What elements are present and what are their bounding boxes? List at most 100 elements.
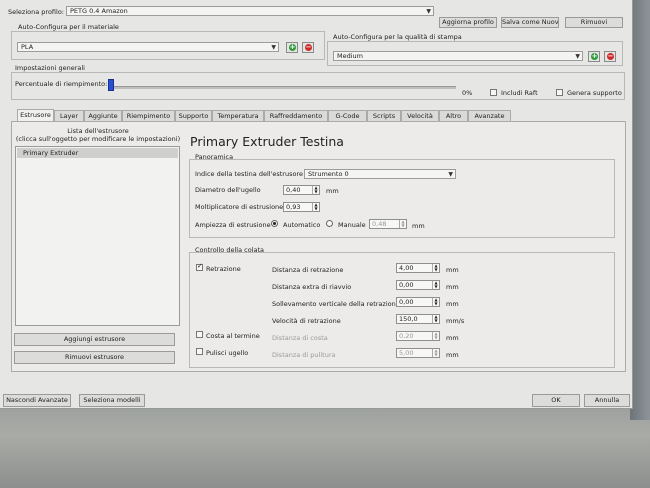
width-value: 0,48	[372, 220, 387, 228]
width-input[interactable]: 0,48 ▲ ▼	[369, 219, 407, 229]
material-label: Auto-Configura per il materiale	[18, 23, 119, 31]
tab-estrusore[interactable]: Estrusore	[17, 109, 54, 121]
tab-supporto[interactable]: Supporto	[175, 110, 212, 121]
width-label: Ampiezza di estrusione	[195, 221, 271, 229]
tab-gcode[interactable]: G-Code	[328, 110, 367, 121]
general-label: Impostazioni generali	[15, 64, 85, 72]
coast-checkbox[interactable]	[196, 331, 203, 338]
wipe-dist-unit: mm	[446, 351, 459, 359]
wipe-dist-input[interactable]: 5,00 ▲ ▼	[396, 348, 440, 358]
tab-scripts[interactable]: Scripts	[367, 110, 401, 121]
extruder-list-header: Lista dell'estrusore (clicca sull'oggett…	[15, 127, 181, 143]
width-manual-radio[interactable]	[326, 220, 333, 227]
remove-profile-button[interactable]: Rimuovi	[565, 17, 623, 28]
save-new-profile-button[interactable]: Salva come Nuovo	[501, 17, 559, 28]
retraction-checkbox[interactable]: ✓	[196, 262, 203, 271]
width-manual-label: Manuale	[338, 221, 366, 229]
profile-value: PETG 0.4 Amazon	[70, 7, 128, 15]
coast-dist-value: 0,20	[399, 332, 414, 340]
spin-arrows-icon[interactable]: ▲ ▼	[432, 349, 439, 357]
add-quality-button[interactable]: +	[588, 51, 600, 62]
spin-arrows-icon[interactable]: ▲ ▼	[432, 264, 439, 272]
retract-speed-unit: mm/s	[446, 317, 465, 325]
vlift-unit: mm	[446, 300, 459, 308]
remove-quality-button[interactable]: −	[604, 51, 616, 62]
tab-avanzate[interactable]: Avanzate	[468, 110, 511, 121]
coast-label: Costa al termine	[206, 332, 260, 340]
spin-arrows-icon[interactable]: ▲ ▼	[399, 220, 406, 228]
tab-altro[interactable]: Altro	[439, 110, 468, 121]
settings-window: Seleziona profilo: PETG 0.4 Amazon ▼ Agg…	[0, 0, 633, 409]
support-checkbox[interactable]	[556, 89, 563, 96]
retract-dist-input[interactable]: 4,00 ▲ ▼	[396, 263, 440, 273]
wipe-dist-value: 5,00	[399, 349, 414, 357]
width-auto-radio[interactable]	[271, 220, 278, 227]
toolhead-label: Indice della testina dell'estrusore	[195, 170, 303, 178]
spin-arrows-icon[interactable]: ▲ ▼	[432, 298, 439, 306]
tab-layer[interactable]: Layer	[54, 110, 84, 121]
tab-velocita[interactable]: Velocità	[401, 110, 439, 121]
extra-restart-label: Distanza extra di riavvio	[272, 283, 352, 291]
coast-dist-label: Distanza di costa	[272, 334, 328, 342]
retract-speed-value: 150,0	[399, 315, 418, 323]
spin-arrows-icon[interactable]: ▲ ▼	[432, 315, 439, 323]
chevron-down-icon: ▼	[426, 8, 431, 15]
quality-label: Auto-Configura per la qualità di stampa	[333, 33, 462, 41]
nozzle-label: Diametro dell'ugello	[195, 186, 261, 194]
material-value: PLA	[21, 43, 34, 51]
tab-riempimento[interactable]: Riempimento	[122, 110, 175, 121]
spin-arrows-icon[interactable]: ▲ ▼	[432, 332, 439, 340]
cancel-button[interactable]: Annulla	[584, 394, 630, 407]
extra-restart-input[interactable]: 0,00 ▲ ▼	[396, 280, 440, 290]
desktop-edge	[630, 0, 650, 420]
multiplier-label: Moltiplicatore di estrusione	[195, 203, 284, 211]
profile-label: Seleziona profilo:	[8, 8, 64, 16]
tab-raffreddamento[interactable]: Raffreddamento	[264, 110, 328, 121]
spin-arrows-icon[interactable]: ▲ ▼	[432, 281, 439, 289]
profile-select[interactable]: PETG 0.4 Amazon ▼	[66, 6, 434, 16]
wipe-dist-label: Distanza di pulitura	[272, 351, 336, 359]
material-select[interactable]: PLA ▼	[17, 42, 279, 52]
infill-slider-track[interactable]	[108, 86, 456, 89]
list-item[interactable]: Primary Extruder	[17, 148, 178, 158]
wipe-checkbox[interactable]	[196, 348, 203, 355]
tab-temperatura[interactable]: Temperatura	[212, 110, 264, 121]
select-models-button[interactable]: Seleziona modelli	[79, 394, 145, 407]
toolhead-select[interactable]: Strumento 0 ▼	[304, 169, 456, 179]
hide-advanced-button[interactable]: Nascondi Avanzate	[3, 394, 71, 407]
update-profile-button[interactable]: Aggiorna profilo	[439, 17, 497, 28]
nozzle-unit: mm	[326, 187, 339, 195]
width-auto-label: Automatico	[283, 221, 321, 229]
infill-label: Percentuale di riempimento:	[15, 80, 108, 88]
raft-checkbox[interactable]	[490, 89, 497, 96]
retract-speed-input[interactable]: 150,0 ▲ ▼	[396, 314, 440, 324]
spin-arrows-icon[interactable]: ▲ ▼	[312, 203, 319, 211]
multiplier-input[interactable]: 0,93 ▲ ▼	[283, 202, 320, 212]
nozzle-input[interactable]: 0,40 ▲ ▼	[283, 185, 320, 195]
ok-button[interactable]: OK	[532, 394, 580, 407]
multiplier-value: 0,93	[286, 203, 301, 211]
nozzle-value: 0,40	[286, 186, 301, 194]
support-label: Genera supporto	[567, 89, 622, 97]
check-icon: ✓	[197, 262, 203, 270]
spin-arrows-icon[interactable]: ▲ ▼	[312, 186, 319, 194]
extra-restart-unit: mm	[446, 283, 459, 291]
infill-slider-handle[interactable]	[108, 79, 114, 91]
remove-material-button[interactable]: −	[302, 42, 314, 53]
vlift-input[interactable]: 0,00 ▲ ▼	[396, 297, 440, 307]
retraction-label: Retrazione	[206, 265, 241, 273]
coast-dist-input[interactable]: 0,20 ▲ ▼	[396, 331, 440, 341]
quality-select[interactable]: Medium ▼	[333, 51, 583, 61]
vlift-value: 0,00	[399, 298, 414, 306]
raft-label: Includi Raft	[501, 89, 538, 97]
extra-restart-value: 0,00	[399, 281, 414, 289]
retract-speed-label: Velocità di retrazione	[272, 317, 341, 325]
tab-aggiunte[interactable]: Aggiunte	[84, 110, 122, 121]
add-material-button[interactable]: +	[286, 42, 298, 53]
toolhead-value: Strumento 0	[308, 170, 349, 178]
retract-dist-unit: mm	[446, 266, 459, 274]
retract-dist-value: 4,00	[399, 264, 414, 272]
remove-extruder-button[interactable]: Rimuovi estrusore	[14, 351, 175, 364]
add-extruder-button[interactable]: Aggiungi estrusore	[14, 333, 175, 346]
extruder-list[interactable]: Primary Extruder	[15, 146, 180, 326]
